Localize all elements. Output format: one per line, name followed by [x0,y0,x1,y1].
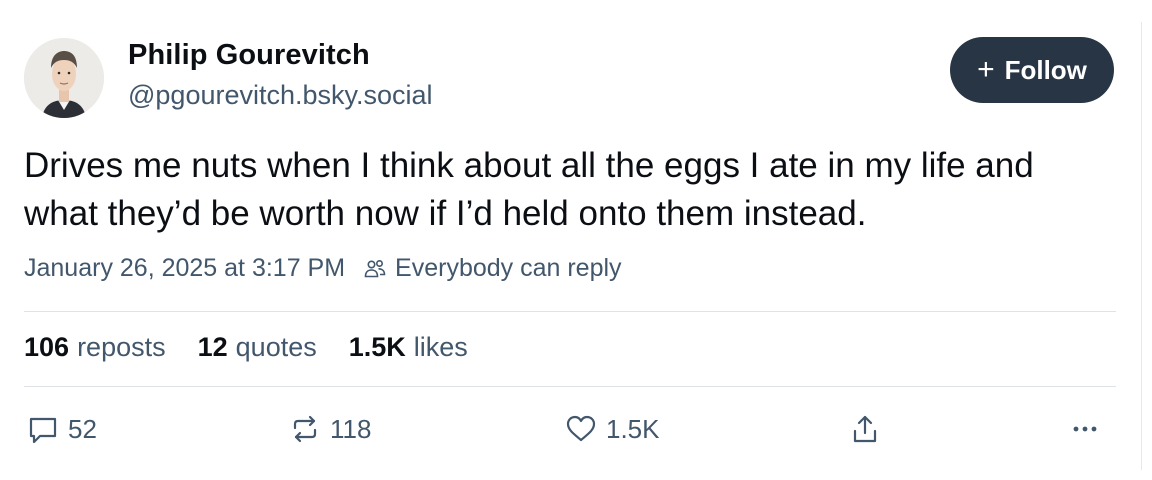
panel-border [1141,22,1142,470]
action-bar: 52 118 1.5K [24,412,1116,460]
follow-button[interactable]: + Follow [950,37,1114,103]
reply-setting[interactable]: Everybody can reply [395,254,622,283]
people-icon [363,257,387,281]
repost-button[interactable]: 118 [288,412,371,446]
more-icon [1073,426,1097,432]
plus-icon: + [977,53,995,86]
follow-button-label: Follow [1004,54,1087,85]
author-handle[interactable]: @pgourevitch.bsky.social [128,80,433,111]
post-text-line-2: what they’d be worth now if I’d held ont… [24,194,867,233]
reposts-stat[interactable]: 106 reposts [24,332,166,363]
repost-icon [293,415,317,443]
reply-icon [29,417,57,444]
post-meta: January 26, 2025 at 3:17 PM Everybody ca… [24,254,622,283]
more-options-button[interactable] [1068,412,1102,446]
quotes-stat[interactable]: 12 quotes [198,332,317,363]
post-text-line-1: Drives me nuts when I think about all th… [24,146,1034,185]
share-button[interactable] [848,412,882,446]
like-button[interactable]: 1.5K [564,412,660,446]
avatar-illustration [24,38,104,118]
quotes-count: 12 [197,332,228,362]
author-name[interactable]: Philip Gourevitch [128,39,370,72]
likes-label: likes [413,332,468,362]
likes-stat[interactable]: 1.5K likes [349,332,468,363]
reposts-count: 106 [24,332,70,362]
repost-count: 118 [330,413,372,444]
reply-count: 52 [68,413,97,444]
quotes-label: quotes [235,332,317,362]
divider [24,386,1116,387]
post-text: Drives me nuts when I think about all th… [24,142,1116,238]
reposts-label: reposts [77,332,166,362]
share-icon [853,415,877,443]
post-card: Philip Gourevitch @pgourevitch.bsky.soci… [24,0,1116,480]
reply-button[interactable]: 52 [26,412,97,446]
post-timestamp[interactable]: January 26, 2025 at 3:17 PM [24,254,345,283]
divider [24,311,1116,312]
likes-count: 1.5K [348,332,406,362]
avatar[interactable] [24,38,104,118]
like-count: 1.5K [606,413,660,444]
heart-icon [566,415,596,442]
engagement-stats: 106 reposts 12 quotes 1.5K likes [24,332,468,363]
